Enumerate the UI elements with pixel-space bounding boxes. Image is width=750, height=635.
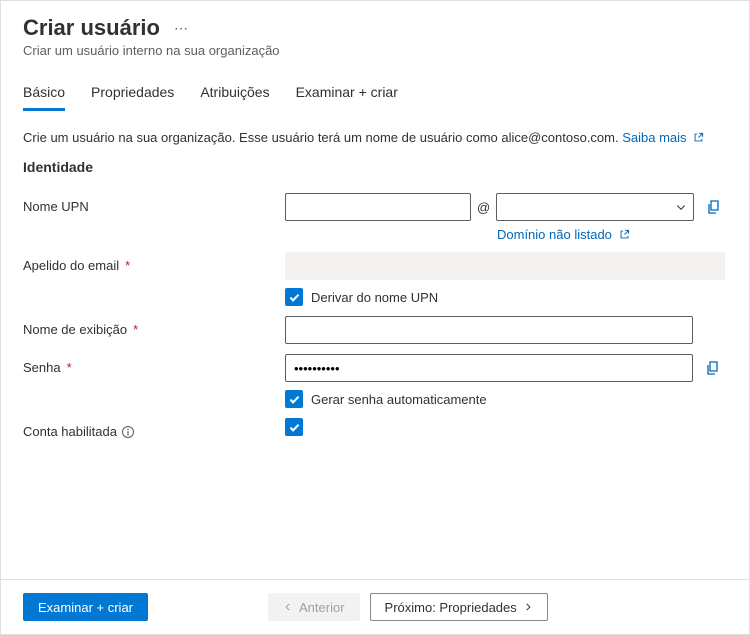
auto-password-checkbox[interactable] bbox=[285, 390, 303, 408]
upn-local-input[interactable] bbox=[285, 193, 471, 221]
derive-upn-checkbox[interactable] bbox=[285, 288, 303, 306]
mail-nickname-label: Apelido do email* bbox=[23, 252, 285, 273]
intro-text: Crie um usuário na sua organização. Esse… bbox=[23, 130, 619, 145]
password-label: Senha* bbox=[23, 354, 285, 375]
mail-nickname-readonly bbox=[285, 252, 725, 280]
previous-button: Anterior bbox=[268, 593, 360, 621]
display-name-label: Nome de exibição* bbox=[23, 316, 285, 337]
auto-password-label: Gerar senha automaticamente bbox=[311, 392, 487, 407]
domain-not-listed-link[interactable]: Domínio não listado bbox=[497, 227, 727, 242]
copy-password-icon[interactable] bbox=[705, 360, 721, 376]
password-input[interactable] bbox=[285, 354, 693, 382]
tab-propriedades[interactable]: Propriedades bbox=[91, 84, 174, 111]
external-link-icon bbox=[619, 229, 630, 240]
upn-domain-select[interactable] bbox=[496, 193, 694, 221]
external-link-icon bbox=[693, 132, 704, 143]
checkmark-icon bbox=[288, 291, 301, 304]
chevron-right-icon bbox=[523, 602, 533, 612]
account-enabled-checkbox[interactable] bbox=[285, 418, 303, 436]
page-title: Criar usuário bbox=[23, 15, 160, 41]
section-identity-title: Identidade bbox=[23, 159, 727, 175]
chevron-down-icon bbox=[675, 201, 687, 213]
more-menu-icon[interactable]: ⋯ bbox=[174, 20, 189, 37]
account-enabled-label: Conta habilitada bbox=[23, 418, 285, 439]
page-subtitle: Criar um usuário interno na sua organiza… bbox=[23, 43, 727, 58]
tab-basico[interactable]: Básico bbox=[23, 84, 65, 111]
checkmark-icon bbox=[288, 421, 301, 434]
display-name-input[interactable] bbox=[285, 316, 693, 344]
checkmark-icon bbox=[288, 393, 301, 406]
at-sign: @ bbox=[477, 200, 490, 215]
tab-atribuicoes[interactable]: Atribuições bbox=[200, 84, 269, 111]
info-icon[interactable] bbox=[121, 425, 135, 439]
upn-label: Nome UPN bbox=[23, 193, 285, 214]
next-button[interactable]: Próximo: Propriedades bbox=[370, 593, 548, 621]
chevron-left-icon bbox=[283, 602, 293, 612]
review-create-button[interactable]: Examinar + criar bbox=[23, 593, 148, 621]
learn-more-link[interactable]: Saiba mais bbox=[622, 130, 704, 145]
copy-upn-icon[interactable] bbox=[706, 199, 722, 215]
tab-examinar-criar[interactable]: Examinar + criar bbox=[296, 84, 398, 111]
derive-upn-label: Derivar do nome UPN bbox=[311, 290, 438, 305]
